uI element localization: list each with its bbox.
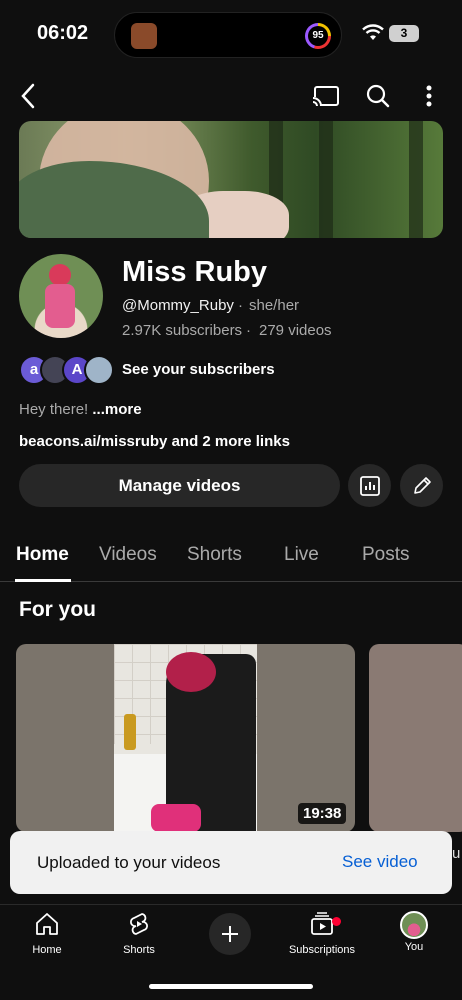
nav-shorts[interactable]: Shorts (94, 911, 184, 956)
active-tab-indicator (15, 579, 71, 582)
avatar-head (49, 264, 71, 286)
channel-name: Miss Ruby (122, 256, 268, 288)
pencil-icon (413, 476, 431, 494)
separator: · (238, 297, 243, 314)
snackbar: Uploaded to your videos See video (10, 831, 452, 894)
chevron-left-icon (21, 83, 35, 109)
status-time: 06:02 (37, 22, 89, 44)
subscriptions-icon (311, 912, 333, 935)
notification-dot (332, 917, 341, 926)
next-card-text: u (452, 845, 461, 862)
battery-icon: 3 (389, 25, 419, 42)
separator: · (246, 322, 251, 339)
banner-tree (409, 121, 423, 238)
channel-handle: @Mommy_Ruby (122, 297, 234, 314)
tab-home[interactable]: Home (16, 544, 69, 566)
thumb-hair (166, 652, 216, 692)
nav-subscriptions-label: Subscriptions (288, 944, 356, 956)
subscriber-avatars[interactable]: a A (19, 355, 115, 385)
analytics-button[interactable] (348, 464, 391, 507)
tab-videos[interactable]: Videos (99, 544, 157, 566)
wifi-icon (362, 24, 384, 47)
tab-posts[interactable]: Posts (362, 544, 410, 566)
section-title: For you (19, 598, 96, 621)
description-more-link[interactable]: ...more (92, 401, 141, 418)
channel-pronouns: she/her (249, 297, 300, 314)
description-text: Hey there! (19, 401, 89, 418)
home-indicator (149, 984, 313, 989)
channel-avatar[interactable] (19, 254, 103, 338)
edit-channel-button[interactable] (400, 464, 443, 507)
subscriber-count: 2.97K subscribers (122, 322, 243, 339)
activity-ring-icon: 95 (305, 23, 331, 49)
create-button[interactable] (209, 913, 251, 955)
cast-button[interactable] (310, 80, 342, 112)
search-icon (366, 84, 390, 108)
nav-subscriptions[interactable]: Subscriptions (277, 911, 367, 956)
tab-shorts[interactable]: Shorts (187, 544, 242, 566)
nav-home[interactable]: Home (2, 911, 92, 956)
see-subscribers-link[interactable]: See your subscribers (122, 361, 275, 378)
nav-you[interactable]: You (369, 911, 459, 953)
channel-links[interactable]: beacons.ai/missruby and 2 more links (19, 433, 290, 450)
video-duration: 19:38 (298, 803, 347, 824)
nav-shorts-label: Shorts (123, 944, 155, 956)
see-video-button[interactable]: See video (342, 852, 418, 872)
app-icon (131, 23, 157, 49)
shorts-icon (130, 913, 148, 935)
video-thumbnail-next[interactable] (369, 644, 462, 832)
nav-home-label: Home (32, 944, 62, 956)
analytics-icon (359, 475, 380, 496)
channel-banner[interactable] (19, 121, 443, 238)
video-count: 279 videos (259, 322, 332, 339)
channel-description[interactable]: Hey there! ...more (19, 401, 142, 418)
tab-live[interactable]: Live (284, 544, 319, 566)
thumb-bottle (124, 714, 136, 750)
subscriber-avatar (84, 355, 114, 385)
thumb-bag (151, 804, 201, 832)
banner-tree (319, 121, 333, 238)
plus-icon (222, 926, 238, 942)
more-options-button[interactable] (414, 80, 444, 112)
dynamic-island: 95 (114, 12, 342, 58)
back-button[interactable] (12, 80, 44, 112)
snackbar-message: Uploaded to your videos (37, 853, 221, 872)
search-button[interactable] (362, 80, 394, 112)
more-vertical-icon (426, 85, 432, 107)
manage-videos-button[interactable]: Manage videos (19, 464, 340, 507)
you-avatar (400, 911, 428, 939)
nav-you-label: You (404, 941, 424, 953)
home-icon (36, 913, 58, 935)
activity-ring-value: 95 (308, 26, 328, 46)
avatar-body (45, 284, 75, 328)
cast-icon (312, 86, 339, 107)
channel-tabs: Home Videos Shorts Live Posts (0, 536, 462, 582)
